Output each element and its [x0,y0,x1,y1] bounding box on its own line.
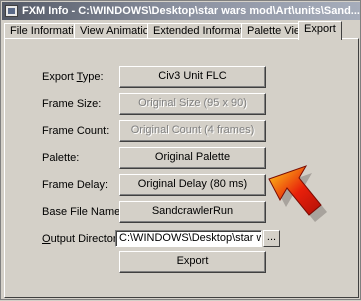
frame-size-button: Original Size (95 x 90) [119,93,266,115]
frame-delay-label: Frame Delay: [42,179,109,191]
output-directory-label: Output Directory [42,233,123,245]
palette-button[interactable]: Original Palette [119,147,266,169]
base-file-name-label: Base File Name: [42,206,124,218]
frame-delay-button[interactable]: Original Delay (80 ms) [119,174,266,196]
frame-count-button: Original Count (4 frames) [119,120,266,142]
base-file-name-button[interactable]: SandcrawlerRun [119,201,266,223]
export-button[interactable]: Export [119,251,266,273]
export-type-label: Export Type: [42,71,104,83]
window-title: FXM Info - C:\WINDOWS\Desktop\star wars … [22,5,360,17]
output-directory-input[interactable]: C:\WINDOWS\Desktop\star wars [115,230,262,247]
frame-size-label: Frame Size: [42,98,102,110]
fxm-info-window: FXM Info - C:\WINDOWS\Desktop\star wars … [0,0,361,300]
export-panel: Export Type: Civ3 Unit FLC Frame Size: O… [4,38,359,298]
export-type-button[interactable]: Civ3 Unit FLC [119,66,266,88]
tab-strip: File Information View Animation Extended… [4,21,359,40]
browse-button[interactable]: ... [263,230,280,247]
palette-label: Palette: [42,152,80,164]
app-icon [5,5,18,17]
frame-count-label: Frame Count: [42,125,110,137]
title-bar[interactable]: FXM Info - C:\WINDOWS\Desktop\star wars … [2,2,360,20]
tab-export[interactable]: Export [298,21,342,40]
